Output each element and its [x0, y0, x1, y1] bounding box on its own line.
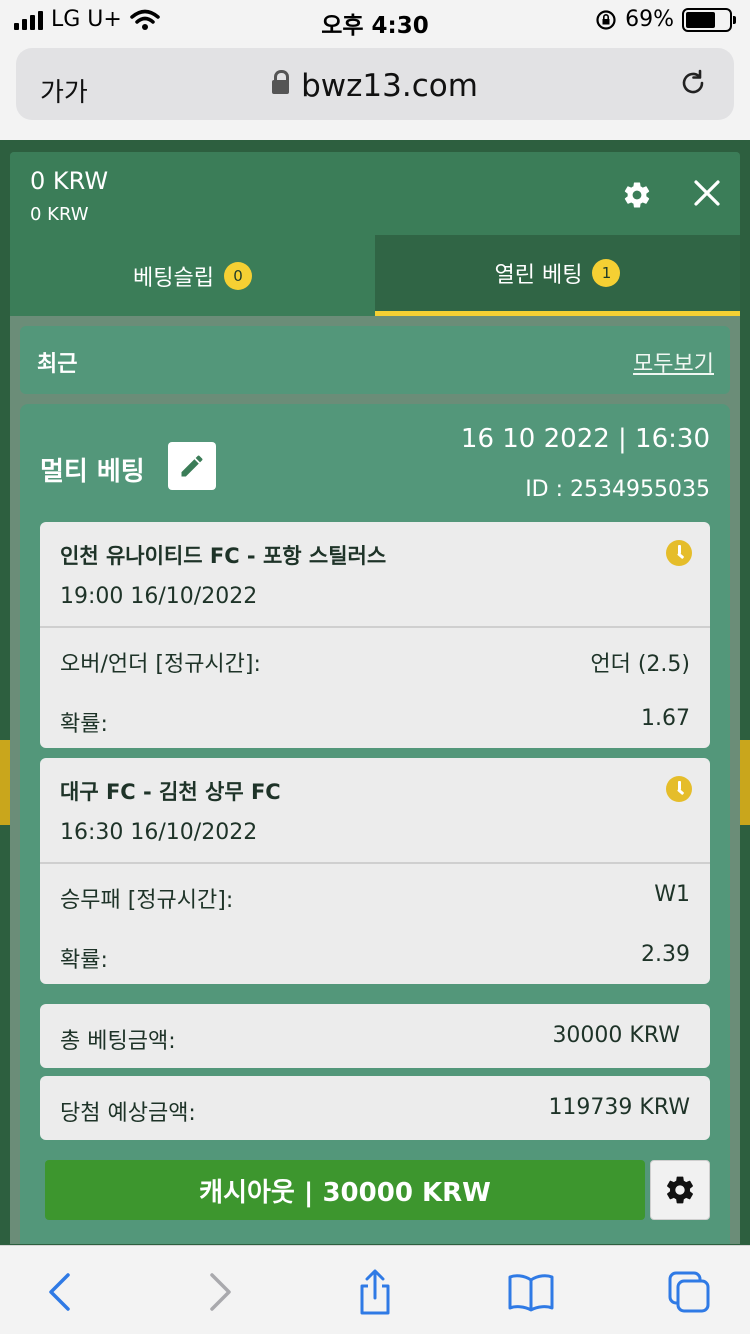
recent-label: 최근 [37, 352, 78, 377]
match-card: 인천 유나이티드 FC - 포항 스틸러스 19:00 16/10/2022 오… [40, 522, 710, 748]
tabs-button[interactable] [664, 1268, 714, 1316]
battery-icon [682, 7, 736, 32]
tabs-icon [668, 1271, 710, 1313]
total-stake-label: 총 베팅금액: [60, 1029, 176, 1054]
edit-bet-button[interactable] [168, 442, 216, 490]
market-label: 승무패 [정규시간]: [60, 888, 234, 913]
tab-label: 열린 베팅 [494, 263, 583, 288]
total-stake-value: 30000 KRW [552, 1023, 680, 1048]
market-value: W1 [654, 882, 690, 907]
match-card: 대구 FC - 김천 상무 FC 16:30 16/10/2022 승무패 [정… [40, 758, 710, 984]
market-label: 오버/언더 [정규시간]: [60, 652, 261, 677]
count-badge: 1 [592, 259, 621, 287]
forward-button[interactable] [196, 1268, 246, 1316]
lock-icon [272, 70, 290, 94]
odds-label: 확률: [60, 712, 108, 737]
bet-card: 멀티 베팅 16 10 2022 | 16:30 ID : 2534955035… [20, 404, 730, 1244]
close-icon[interactable] [690, 176, 724, 210]
bet-slip-modal: 0 KRW 0 KRW 베팅슬립 0 열린 베팅 1 최근 모두보기 멀티 베팅 [10, 152, 740, 1244]
pencil-icon [181, 455, 203, 477]
potential-payout-row: 당첨 예상금액: 119739 KRW [40, 1076, 710, 1140]
book-icon [508, 1274, 554, 1312]
battery-percent: 69% [625, 7, 674, 32]
odds-label: 확률: [60, 948, 108, 973]
potential-payout-value: 119739 KRW [548, 1095, 690, 1120]
gear-icon [667, 1176, 693, 1204]
browser-toolbar [0, 1245, 750, 1334]
tab-open-bets[interactable]: 열린 베팅 1 [375, 235, 740, 316]
match-name: 인천 유나이티드 FC - 포항 스틸러스 [60, 544, 387, 568]
view-all-link[interactable]: 모두보기 [633, 346, 714, 378]
clock-icon [666, 776, 692, 802]
match-time: 19:00 16/10/2022 [60, 584, 258, 609]
cashout-settings-button[interactable] [650, 1160, 710, 1220]
chevron-right-icon [210, 1273, 231, 1311]
match-name: 대구 FC - 김천 상무 FC [60, 780, 281, 804]
odds-value: 1.67 [641, 706, 690, 731]
browser-top-bar: 가가 bwz13.com [0, 40, 750, 140]
tab-betslip[interactable]: 베팅슬립 0 [10, 235, 375, 316]
rotation-lock-icon [596, 9, 616, 30]
url-text: bwz13.com [301, 68, 478, 104]
bet-datetime: 16 10 2022 | 16:30 [460, 424, 710, 454]
count-badge: 0 [223, 261, 252, 290]
recent-bar: 최근 모두보기 [20, 326, 730, 394]
status-bar: LG U+ 오후 4:30 69% [0, 0, 750, 40]
clock-icon [666, 540, 692, 566]
share-icon [360, 1269, 390, 1315]
match-time: 16:30 16/10/2022 [60, 820, 258, 845]
bet-id: ID : 2534955035 [525, 477, 710, 502]
settings-gear-icon[interactable] [622, 180, 652, 210]
odds-value: 2.39 [641, 942, 690, 967]
market-value: 언더 (2.5) [590, 652, 690, 677]
chevron-left-icon [49, 1273, 70, 1311]
total-stake-row: 총 베팅금액: 30000 KRW [40, 1004, 710, 1068]
share-button[interactable] [350, 1268, 400, 1316]
tab-label: 베팅슬립 [133, 265, 214, 291]
potential-payout-label: 당첨 예상금액: [60, 1101, 196, 1126]
back-button[interactable] [34, 1268, 84, 1316]
balance-main: 0 KRW [30, 167, 109, 195]
cashout-button[interactable]: 캐시아웃 | 30000 KRW [45, 1160, 645, 1220]
address-bar[interactable]: 가가 bwz13.com [16, 48, 734, 120]
modal-header: 0 KRW 0 KRW [10, 152, 740, 235]
balance-sub: 0 KRW [30, 204, 89, 225]
bet-tabs: 베팅슬립 0 열린 베팅 1 [10, 235, 740, 316]
open-bets-content: 최근 모두보기 멀티 베팅 16 10 2022 | 16:30 ID : 25… [10, 316, 740, 1244]
reload-icon[interactable] [678, 68, 708, 98]
bookmarks-button[interactable] [506, 1268, 556, 1316]
bet-title: 멀티 베팅 [40, 457, 145, 487]
